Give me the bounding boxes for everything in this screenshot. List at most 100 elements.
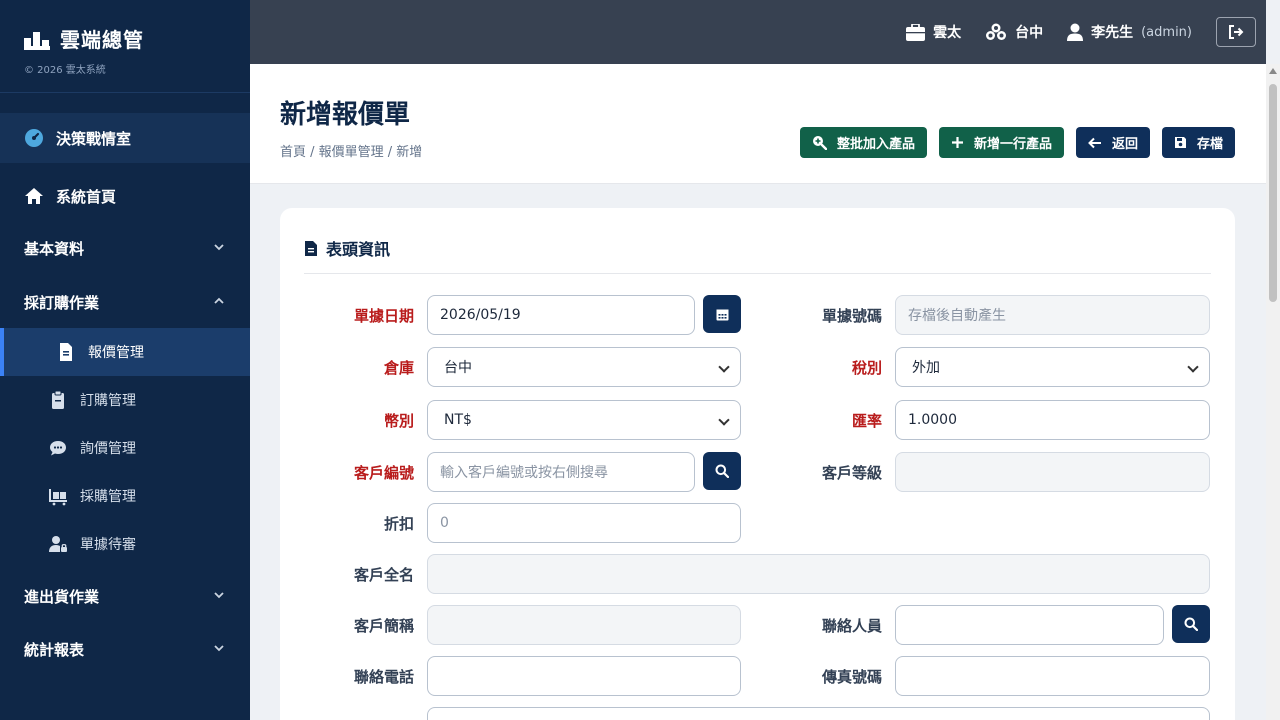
sidebar-subitem-orders[interactable]: 訂購管理: [0, 376, 250, 424]
clipboard-icon: [52, 390, 64, 409]
back-button[interactable]: 返回: [1075, 127, 1150, 158]
customer-number-input[interactable]: 輸入客戶編號或按右側搜尋: [427, 452, 695, 492]
search-icon: [1184, 617, 1198, 631]
contact-person-label: 聯絡人員: [821, 617, 882, 635]
home-icon: [25, 188, 43, 204]
customer-fullname-label: 客戶全名: [353, 566, 414, 584]
tax-type-label: 稅別: [851, 359, 882, 377]
discount-label: 折扣: [383, 515, 414, 533]
topbar: 雲太 台中 李先生 (admin): [250, 0, 1266, 64]
user-role: (admin): [1141, 24, 1192, 40]
search-plus-icon: [812, 136, 827, 150]
date-label: 單據日期: [353, 307, 414, 325]
branch-name: 台中: [1015, 25, 1044, 41]
scrollbar-thumb[interactable]: [1269, 84, 1277, 302]
brand-logo-icon: [24, 31, 50, 50]
phone-input[interactable]: [427, 656, 741, 696]
customer-level-label: 客戶等級: [821, 464, 882, 482]
user-indicator[interactable]: 李先生 (admin): [1067, 22, 1192, 42]
fax-input[interactable]: [895, 656, 1210, 696]
chevron-down-icon: [214, 592, 224, 599]
sidebar-item-basic-data[interactable]: 基本資料: [0, 226, 250, 270]
sidebar-item-home[interactable]: 系統首頁: [0, 174, 250, 218]
sidebar-item-label: 報價管理: [88, 345, 144, 361]
calendar-icon: [716, 309, 728, 320]
arrow-left-icon: [1088, 137, 1101, 148]
contact-search-button[interactable]: [1172, 605, 1210, 643]
doc-number-label: 單據號碼: [821, 307, 882, 325]
floppy-disk-icon: [1174, 137, 1186, 148]
sidebar-item-label: 採購管理: [80, 489, 136, 505]
sidebar-item-label: 訂購管理: [80, 393, 136, 409]
next-field-input[interactable]: [427, 707, 1210, 720]
customer-level-input: [895, 452, 1210, 492]
section-divider: [304, 273, 1211, 274]
chat-bubble-icon: [50, 441, 66, 456]
customer-shortname-input: [427, 605, 741, 645]
company-indicator[interactable]: 雲太: [906, 22, 961, 42]
warehouse-select[interactable]: 台中: [427, 347, 741, 387]
sidebar-item-label: 基本資料: [24, 239, 85, 258]
button-label: 整批加入產品: [836, 137, 915, 152]
action-bar: 整批加入產品 新增一行產品 返回 存檔: [799, 127, 1235, 158]
document-icon: [60, 343, 72, 361]
tax-type-select[interactable]: 外加: [895, 347, 1210, 387]
button-label: 新增一行產品: [973, 137, 1052, 152]
plus-icon: [951, 137, 963, 148]
sidebar-item-label: 單據待審: [80, 537, 136, 553]
save-button[interactable]: 存檔: [1161, 127, 1235, 158]
customer-number-label: 客戶編號: [353, 464, 414, 482]
document-icon: [305, 240, 317, 256]
sidebar-item-label: 進出貨作業: [24, 587, 100, 606]
chevron-down-icon: [214, 244, 224, 251]
sidebar-subitem-procurement[interactable]: 採購管理: [0, 472, 250, 520]
sidebar-subitem-inquiry[interactable]: 詢價管理: [0, 424, 250, 472]
sidebar-item-purchasing[interactable]: 採訂購作業: [0, 280, 250, 324]
sidebar-item-reports[interactable]: 統計報表: [0, 627, 250, 671]
button-label: 返回: [1111, 137, 1138, 152]
dashboard-gauge-icon: [25, 129, 43, 147]
sidebar-subitem-pending-review[interactable]: 單據待審: [0, 520, 250, 568]
scroll-up-arrow-icon[interactable]: [1269, 68, 1277, 74]
page-title: 新增報價單: [280, 100, 411, 130]
customer-fullname-input: [427, 554, 1210, 594]
discount-input[interactable]: 0: [427, 503, 741, 543]
section-title-label: 表頭資訊: [326, 240, 391, 259]
button-label: 存檔: [1196, 137, 1223, 152]
sidebar-item-label: 決策戰情室: [56, 129, 132, 148]
page-scrollbar[interactable]: [1266, 64, 1280, 720]
pallet-boxes-icon: [49, 489, 67, 506]
logout-button[interactable]: [1216, 17, 1256, 47]
branch-indicator[interactable]: 台中: [985, 22, 1043, 42]
customer-shortname-label: 客戶簡稱: [353, 617, 414, 635]
sidebar: 雲端總管 © 2026 雲太系統 決策戰情室 系統首頁 基本資料 採訂購作業 報…: [0, 0, 250, 720]
sidebar-item-label: 統計報表: [24, 640, 85, 659]
user-icon: [1067, 23, 1084, 41]
logout-icon: [1229, 25, 1244, 39]
sidebar-item-label: 採訂購作業: [24, 293, 100, 312]
search-icon: [715, 464, 729, 478]
currency-select[interactable]: NT$: [427, 400, 741, 440]
sidebar-subitem-quotation[interactable]: 報價管理: [0, 328, 250, 376]
sidebar-item-label: 詢價管理: [80, 441, 136, 457]
calendar-button[interactable]: [703, 295, 741, 333]
cubes-icon: [986, 23, 1007, 40]
sidebar-item-dashboard[interactable]: 決策戰情室: [0, 113, 250, 163]
sidebar-item-label: 系統首頁: [56, 187, 117, 206]
exchange-rate-input[interactable]: 1.0000: [895, 400, 1210, 440]
brand: 雲端總管 © 2026 雲太系統: [0, 0, 250, 93]
fax-label: 傳真號碼: [821, 668, 882, 686]
phone-label: 聯絡電話: [353, 668, 414, 686]
batch-add-products-button[interactable]: 整批加入產品: [799, 127, 927, 158]
contact-person-input[interactable]: [895, 605, 1164, 645]
page-header: 新增報價單 首頁 / 報價單管理 / 新增 整批加入產品 新增一行產品 返回 存…: [250, 64, 1266, 184]
add-product-row-button[interactable]: 新增一行產品: [938, 127, 1064, 158]
date-input[interactable]: 2026/05/19: [427, 295, 695, 335]
brand-subtitle: © 2026 雲太系統: [24, 65, 106, 76]
sidebar-item-shipping[interactable]: 進出貨作業: [0, 574, 250, 618]
chevron-down-icon: [214, 645, 224, 652]
exchange-rate-label: 匯率: [851, 412, 882, 430]
user-name: 李先生: [1091, 25, 1134, 41]
section-title: 表頭資訊: [304, 236, 390, 260]
customer-search-button[interactable]: [703, 452, 741, 490]
